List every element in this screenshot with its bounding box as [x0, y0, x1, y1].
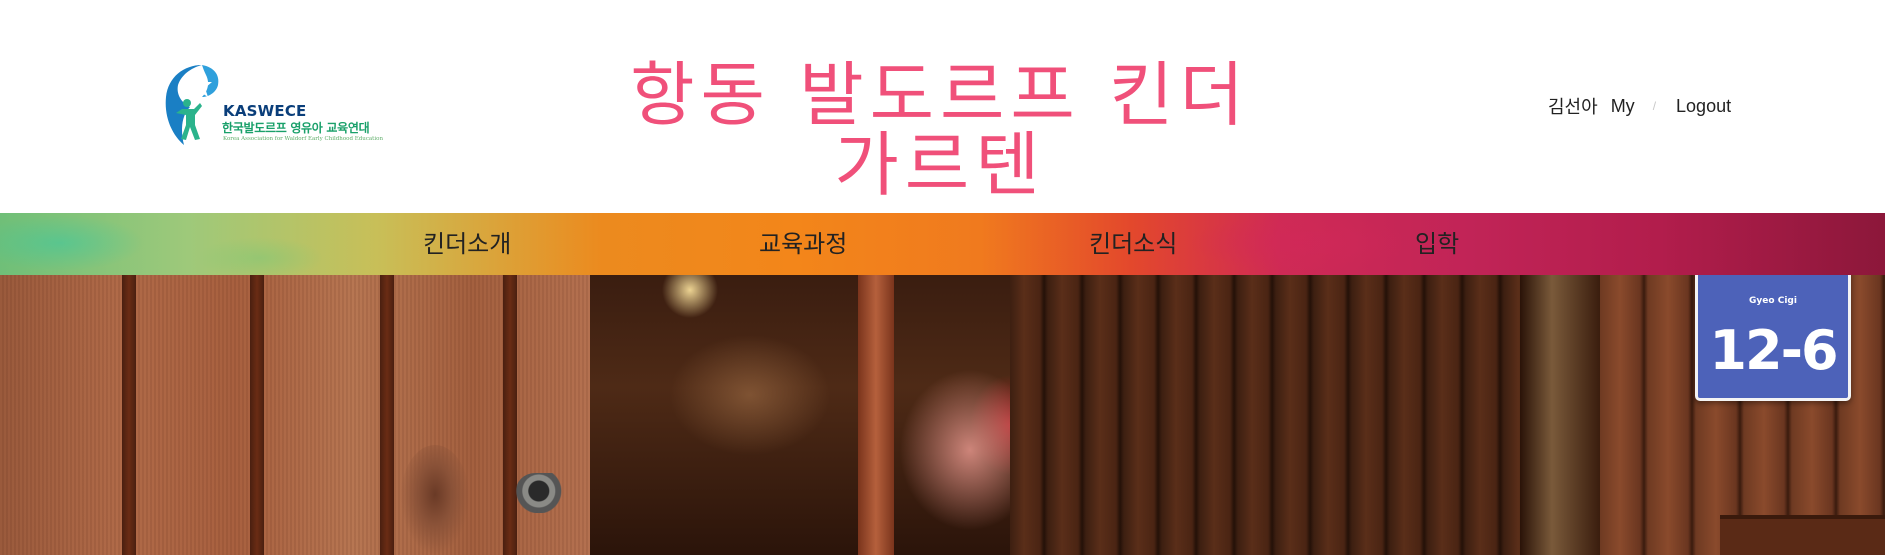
logo-org-name: KASWECE	[223, 102, 307, 120]
dark-wood-wall	[1010, 275, 1520, 555]
wall-pillar	[1520, 275, 1600, 555]
address-sign-street: Gyeo Cigi	[1749, 296, 1797, 306]
logo-org-name-english: Korea Association for Waldorf Early Chil…	[223, 136, 384, 142]
nav-item-kinder-intro[interactable]: 킨더소개	[423, 213, 511, 275]
door-latch	[515, 473, 583, 513]
porch-post	[858, 275, 894, 555]
door-board-gap	[380, 275, 394, 555]
address-sign-number: 12-6	[1709, 319, 1838, 382]
wooden-door	[0, 275, 590, 555]
nav-item-kinder-news[interactable]: 킨더소식	[1089, 213, 1177, 275]
hero-photo: Gyeo Cigi 12-6	[0, 275, 1885, 555]
wood-knot	[400, 445, 470, 555]
address-sign: Gyeo Cigi 12-6	[1695, 275, 1851, 401]
site-title: 항동 발도르프 킨더가르텐	[630, 54, 1250, 206]
main-nav: 킨더소개 교육과정 킨더소식 입학	[0, 213, 1885, 275]
link-separator: /	[1652, 99, 1657, 113]
user-links: 김선아 My / Logout	[1548, 94, 1731, 118]
user-name: 김선아	[1548, 97, 1598, 117]
site-logo[interactable]: KASWECE 한국발도르프 영유아 교육연대 Korea Associatio…	[162, 63, 412, 147]
logout-link[interactable]: Logout	[1676, 96, 1731, 117]
site-header: KASWECE 한국발도르프 영유아 교육연대 Korea Associatio…	[0, 0, 1885, 213]
logo-org-name-korean: 한국발도르프 영유아 교육연대	[222, 121, 370, 135]
my-page-link[interactable]: My	[1611, 96, 1635, 117]
door-board-gap	[250, 275, 264, 555]
door-board-gap	[122, 275, 136, 555]
nav-item-curriculum[interactable]: 교육과정	[759, 213, 847, 275]
kaswece-logo-icon	[165, 65, 219, 145]
door-board-gap	[503, 275, 517, 555]
blurred-interior	[590, 275, 1010, 555]
fence-rail	[1720, 515, 1885, 555]
nav-item-admission[interactable]: 입학	[1415, 213, 1459, 275]
